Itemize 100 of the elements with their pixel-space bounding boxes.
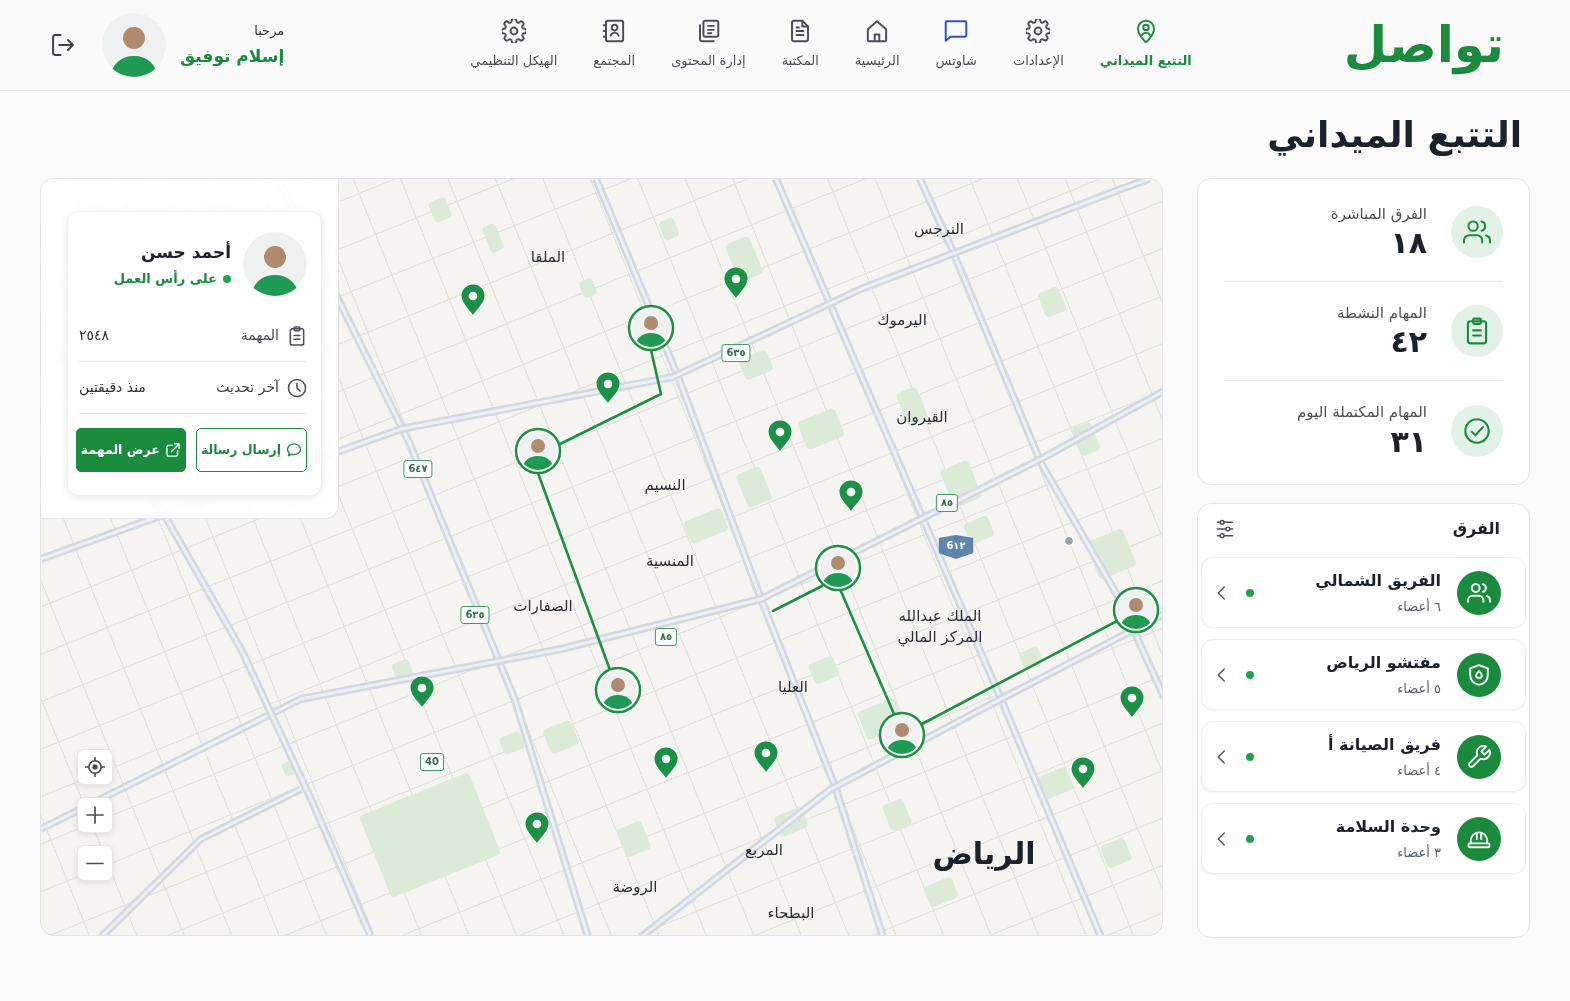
view-task-button[interactable]: عرض المهمة <box>75 428 186 472</box>
logout-button[interactable] <box>50 32 76 58</box>
location-pin-icon[interactable] <box>839 480 863 511</box>
location-dot-icon <box>1063 535 1075 547</box>
section-title: الفرق <box>1452 518 1500 540</box>
plus-icon <box>86 806 104 824</box>
wrench-icon <box>1457 734 1501 779</box>
road-number-sign: 6٣٥ <box>460 606 490 624</box>
district-label: الملقا <box>530 248 566 266</box>
detail-label: المهمة <box>240 326 279 345</box>
district-label: الملك عبدالله <box>898 607 982 625</box>
location-pin-icon[interactable] <box>654 747 678 778</box>
location-pin-icon[interactable] <box>1071 757 1095 788</box>
location-pin-icon[interactable] <box>754 741 778 772</box>
route-line <box>771 584 824 613</box>
stat-value: ٣١ <box>1390 423 1427 460</box>
zoom-in-button[interactable] <box>77 797 113 833</box>
clipboard-icon <box>1451 305 1503 357</box>
user-avatar <box>102 13 166 77</box>
team-list-item[interactable]: مفتشو الرياض ٥ أعضاء <box>1201 639 1526 710</box>
team-name: مفتشو الرياض <box>1326 651 1441 674</box>
profile-board-icon <box>602 19 627 44</box>
worker-avatar[interactable] <box>627 304 675 352</box>
member-count: ٥ أعضاء <box>1397 679 1441 698</box>
nav-tab[interactable]: المجتمع <box>585 19 644 71</box>
map-view[interactable] <box>40 178 1163 936</box>
user-name: إسلام توفيق <box>180 45 285 69</box>
home-icon <box>865 19 890 44</box>
status-text: على رأس العمل <box>113 269 217 288</box>
worker-avatar[interactable] <box>1112 586 1160 634</box>
team-list-item[interactable]: الفريق الشمالي ٦ أعضاء <box>1201 557 1526 628</box>
district-label: المنسية <box>646 552 694 570</box>
city-label: الرياض <box>932 836 1036 872</box>
park-area <box>498 730 526 756</box>
team-list-item[interactable]: وحدة السلامة ٣ أعضاء <box>1201 803 1526 874</box>
district-label: القيروان <box>896 408 948 426</box>
chat-icon <box>944 19 969 44</box>
location-pin-icon[interactable] <box>525 812 549 843</box>
member-count: ٤ أعضاء <box>1397 761 1441 780</box>
hard-hat-icon <box>1457 816 1501 861</box>
logout-icon <box>50 32 76 58</box>
send-message-button[interactable]: إرسال رسالة <box>195 428 307 472</box>
road-number-sign: ٨٥ <box>935 494 959 512</box>
minus-icon <box>86 861 104 865</box>
worker-avatar[interactable] <box>814 544 862 592</box>
nav-tab[interactable]: إدارة المحتوى <box>663 19 754 71</box>
location-pin-icon[interactable] <box>724 267 748 298</box>
detail-value: منذ دقيقتين <box>79 378 146 398</box>
nav-tab[interactable]: شاوتس <box>927 19 985 71</box>
park-area <box>1037 766 1075 800</box>
road-number-sign: 6٤٧ <box>403 460 433 478</box>
district-label: النرجس <box>914 220 964 238</box>
district-label: المربع <box>745 841 783 859</box>
park-area <box>578 277 598 299</box>
users-icon <box>1451 206 1503 258</box>
worker-avatar[interactable] <box>514 427 562 475</box>
road-number-sign: 6٣٥ <box>721 344 751 362</box>
nav-tab[interactable]: الرئيسية <box>846 19 908 71</box>
worker-avatar <box>243 232 307 296</box>
nav-tab[interactable]: التتبع الميداني <box>1091 19 1200 71</box>
district-label: البطحاء <box>767 904 815 922</box>
locate-icon <box>85 757 105 777</box>
location-pin-icon[interactable] <box>1120 686 1144 717</box>
external-link-icon <box>164 442 181 458</box>
page-title: التتبع الميداني <box>1266 113 1523 158</box>
district-label: اليرموك <box>877 311 927 329</box>
location-pin-icon[interactable] <box>461 284 485 315</box>
worker-name: أحمد حسن <box>140 240 231 265</box>
location-pin-icon[interactable] <box>410 676 434 707</box>
nav-tab[interactable]: الهيكل التنظيمي <box>462 19 566 71</box>
park-area <box>390 658 414 680</box>
chat-bubble-icon <box>286 442 302 458</box>
worker-avatar[interactable] <box>594 666 642 714</box>
clipboard-icon <box>287 325 307 346</box>
stat-value: ٤٢ <box>1390 324 1427 361</box>
stat-label: المهام النشطة <box>1337 302 1427 324</box>
locate-button[interactable] <box>77 749 113 785</box>
park-area <box>1071 421 1101 457</box>
users-icon <box>1457 570 1501 615</box>
location-pin-icon[interactable] <box>596 372 620 403</box>
nav-tab[interactable]: المكتبة <box>773 19 827 71</box>
stat-value: ١٨ <box>1390 225 1427 262</box>
district-label: النسيم <box>644 476 686 494</box>
stat-label: المهام المكتملة اليوم <box>1297 402 1427 424</box>
logo: تواصل <box>1342 15 1505 77</box>
clock-icon <box>287 377 307 398</box>
district-label: العليا <box>778 678 808 696</box>
road-number-sign: 40 <box>420 753 444 771</box>
member-count: ٣ أعضاء <box>1397 843 1441 862</box>
park-area <box>657 216 681 242</box>
filter-icon <box>1215 519 1235 539</box>
documents-icon <box>696 19 721 44</box>
team-name: الفريق الشمالي <box>1315 569 1441 593</box>
worker-avatar[interactable] <box>878 711 926 759</box>
greeting-text: مرحبا <box>254 21 285 40</box>
district-label: الروضة <box>612 878 658 896</box>
nav-tab[interactable]: الإعدادات <box>1004 19 1072 71</box>
filter-button[interactable] <box>1215 519 1235 539</box>
location-pin-icon[interactable] <box>768 420 792 451</box>
team-list-item[interactable]: فريق الصيانة أ ٤ أعضاء <box>1201 721 1526 792</box>
